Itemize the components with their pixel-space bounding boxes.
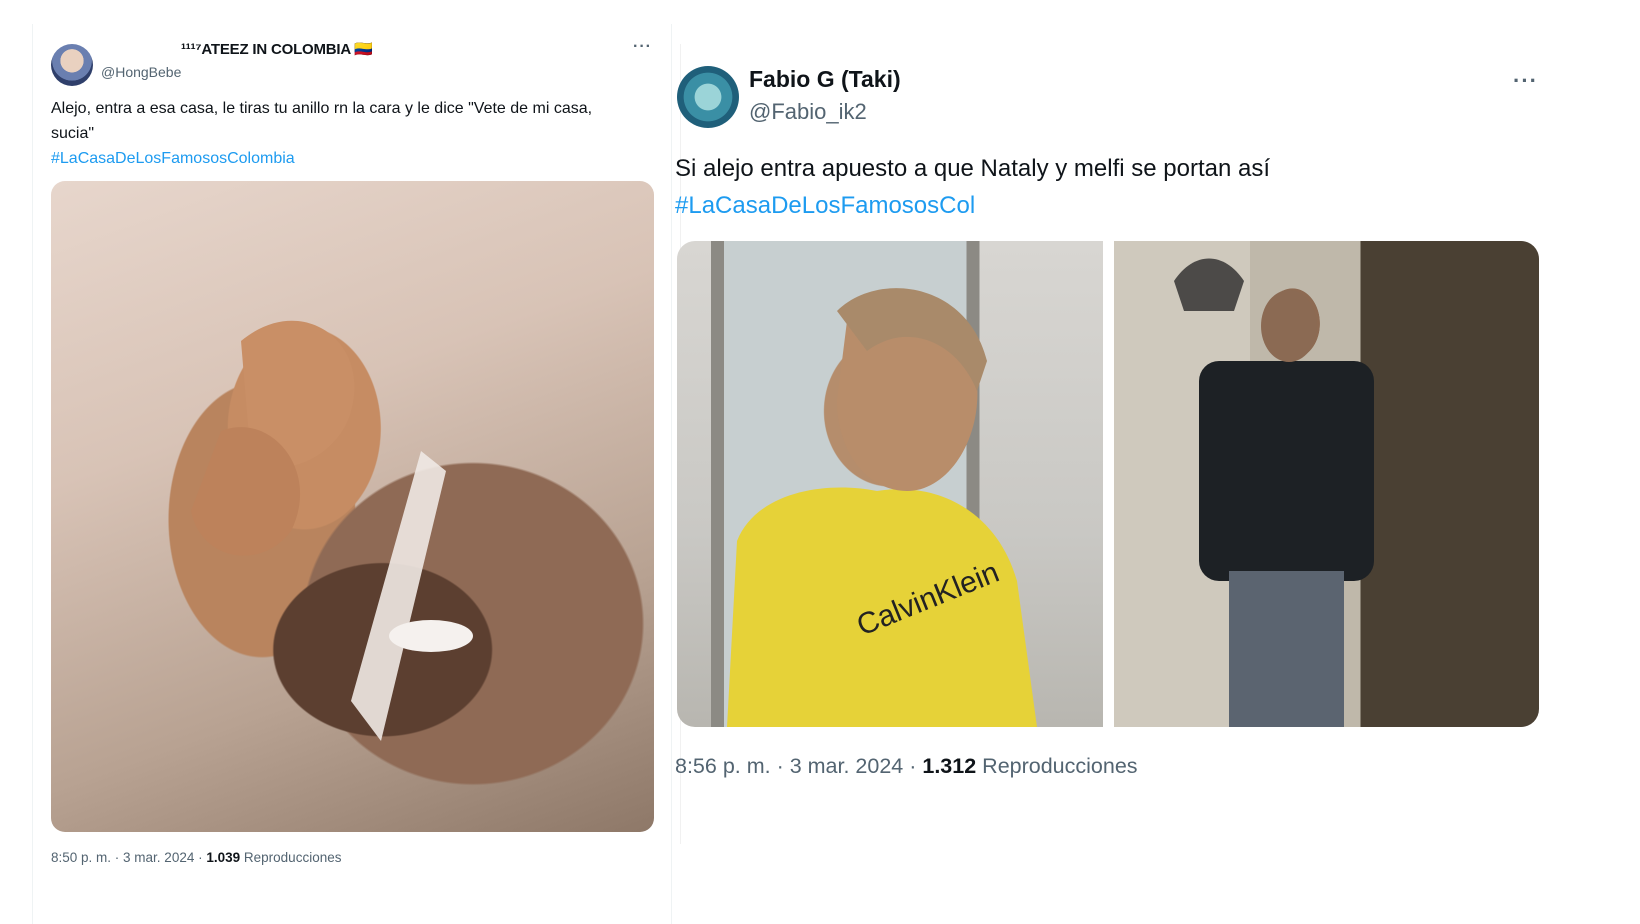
more-options-icon[interactable]: ··· <box>1513 68 1538 94</box>
tweet-meta: 8:56 p. m. · 3 mar. 2024 · 1.312 Reprodu… <box>675 754 1138 778</box>
tweet-body: Si alejo entra apuesto a que Nataly y me… <box>675 155 1271 182</box>
user-handle[interactable]: @Fabio_ik2 <box>749 99 867 125</box>
display-name[interactable]: Fabio G (Taki) <box>749 66 901 93</box>
more-options-icon[interactable]: ··· <box>633 38 652 56</box>
avatar[interactable] <box>51 44 93 86</box>
image-content <box>1174 258 1374 727</box>
avatar[interactable] <box>677 66 739 128</box>
tweet-card-1[interactable]: ¹¹¹⁷ATEEZ IN COLOMBIA 🇨🇴 @HongBebe ··· A… <box>32 24 672 924</box>
user-handle[interactable]: @HongBebe <box>101 64 181 80</box>
image-content <box>191 320 473 741</box>
tweet-body: Alejo, entra a esa casa, le tiras tu ani… <box>51 100 593 142</box>
tweet-meta: 8:50 p. m. · 3 mar. 2024 · 1.039 Reprodu… <box>51 850 342 865</box>
hashtag-link[interactable]: #LaCasaDeLosFamososCol <box>675 192 975 219</box>
view-count: 1.039 <box>206 850 241 865</box>
views-label: Reproducciones <box>982 754 1138 778</box>
view-count: 1.312 <box>922 754 977 778</box>
tweet-card-2[interactable]: Fabio G (Taki) @Fabio_ik2 ··· Si alejo e… <box>675 44 1640 844</box>
tweet-image[interactable] <box>51 181 654 832</box>
hashtag-link[interactable]: #LaCasaDeLosFamososColombia <box>51 150 295 167</box>
tweet-text: Alejo, entra a esa casa, le tiras tu ani… <box>51 96 631 171</box>
tweet-image-right[interactable] <box>1114 241 1539 727</box>
tweet-date[interactable]: 3 mar. 2024 <box>123 850 194 865</box>
tweet-image-left[interactable]: CalvinKlein <box>677 241 1103 727</box>
views-label: Reproducciones <box>243 850 342 865</box>
tweet-time[interactable]: 8:56 p. m. <box>675 754 771 778</box>
image-content: CalvinKlein <box>727 288 1037 727</box>
tweet-time[interactable]: 8:50 p. m. <box>51 850 111 865</box>
display-name[interactable]: ¹¹¹⁷ATEEZ IN COLOMBIA 🇨🇴 <box>181 40 373 58</box>
tweet-date[interactable]: 3 mar. 2024 <box>790 754 904 778</box>
tweet-text: Si alejo entra apuesto a que Nataly y me… <box>675 150 1575 224</box>
